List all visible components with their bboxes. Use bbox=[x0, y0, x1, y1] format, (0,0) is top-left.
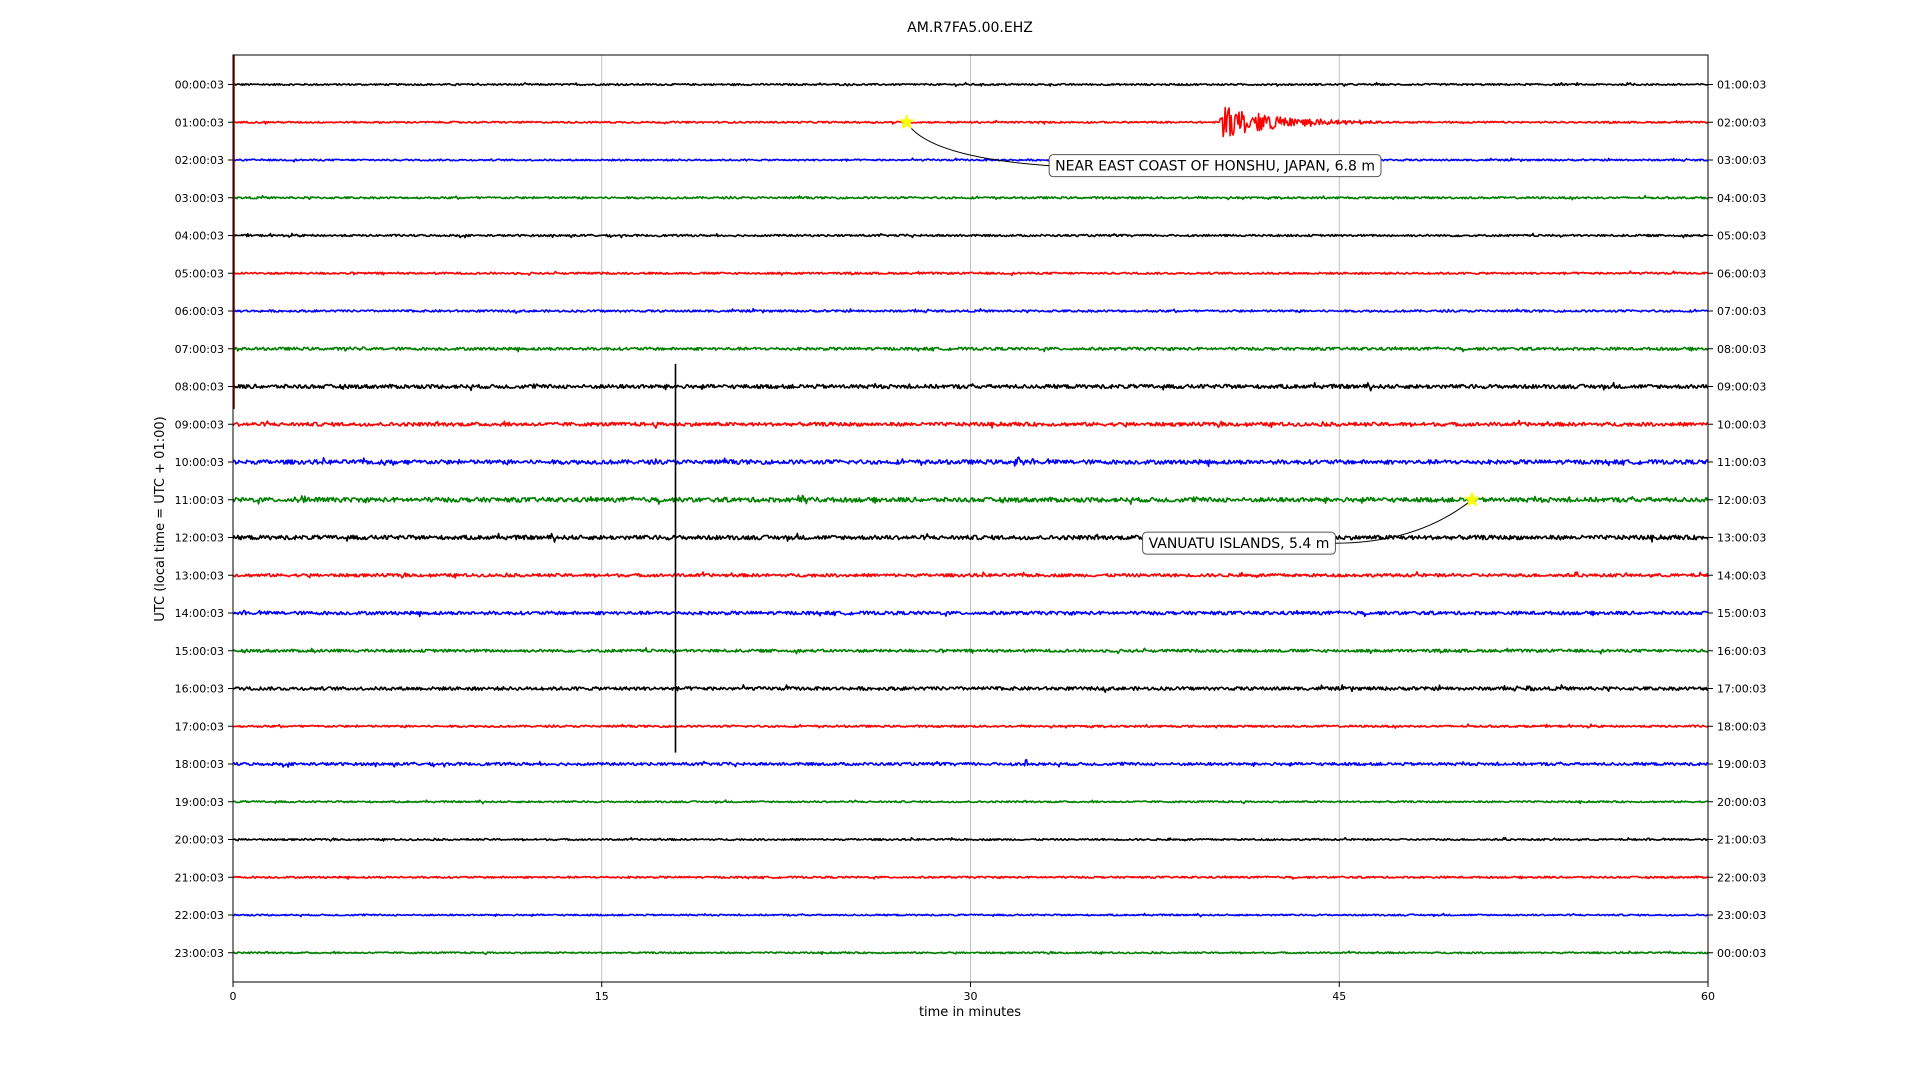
right-time-label: 09:00:03 bbox=[1717, 381, 1766, 394]
x-tick-label: 45 bbox=[1332, 990, 1346, 1003]
right-time-label: 21:00:03 bbox=[1717, 834, 1766, 847]
left-time-label: 21:00:03 bbox=[175, 871, 224, 884]
right-time-label: 11:00:03 bbox=[1717, 456, 1766, 469]
x-axis-label: time in minutes bbox=[919, 1005, 1021, 1020]
right-time-label: 20:00:03 bbox=[1717, 796, 1766, 809]
right-time-label: 17:00:03 bbox=[1717, 683, 1766, 696]
right-time-label: 03:00:03 bbox=[1717, 154, 1766, 167]
event-label: NEAR EAST COAST OF HONSHU, JAPAN, 6.8 m bbox=[1055, 159, 1375, 175]
right-time-label: 05:00:03 bbox=[1717, 230, 1766, 243]
right-time-label: 16:00:03 bbox=[1717, 645, 1766, 658]
left-time-label: 06:00:03 bbox=[175, 305, 224, 318]
left-time-label: 11:00:03 bbox=[175, 494, 224, 507]
right-time-label: 18:00:03 bbox=[1717, 720, 1766, 733]
left-time-label: 14:00:03 bbox=[175, 607, 224, 620]
x-tick-label: 0 bbox=[230, 990, 237, 1003]
annotation-layer: NEAR EAST COAST OF HONSHU, JAPAN, 6.8 m V… bbox=[898, 113, 1481, 555]
left-time-label: 12:00:03 bbox=[175, 532, 224, 545]
right-time-label: 01:00:03 bbox=[1717, 79, 1766, 92]
left-time-label: 01:00:03 bbox=[175, 116, 224, 129]
y-axis-label: UTC (local time = UTC + 01:00) bbox=[153, 416, 168, 621]
left-time-label: 17:00:03 bbox=[175, 720, 224, 733]
chart-title: AM.R7FA5.00.EHZ bbox=[907, 20, 1033, 36]
x-tick-label: 30 bbox=[964, 990, 978, 1003]
left-time-label: 23:00:03 bbox=[175, 947, 224, 960]
chart-svg: AM.R7FA5.00.EHZ time in minutes UTC (loc… bbox=[153, 20, 1766, 1020]
left-time-label: 20:00:03 bbox=[175, 834, 224, 847]
right-time-label: 23:00:03 bbox=[1717, 909, 1766, 922]
left-time-label: 19:00:03 bbox=[175, 796, 224, 809]
right-time-label: 06:00:03 bbox=[1717, 267, 1766, 280]
left-time-label: 16:00:03 bbox=[175, 683, 224, 696]
left-time-label: 15:00:03 bbox=[175, 645, 224, 658]
left-time-label: 07:00:03 bbox=[175, 343, 224, 356]
right-time-label: 19:00:03 bbox=[1717, 758, 1766, 771]
left-time-label: 00:00:03 bbox=[175, 79, 224, 92]
left-time-label: 08:00:03 bbox=[175, 381, 224, 394]
left-time-label: 03:00:03 bbox=[175, 192, 224, 205]
right-time-label: 13:00:03 bbox=[1717, 532, 1766, 545]
right-time-label: 08:00:03 bbox=[1717, 343, 1766, 356]
x-tick-label: 60 bbox=[1701, 990, 1715, 1003]
right-time-label: 14:00:03 bbox=[1717, 569, 1766, 582]
right-time-label: 02:00:03 bbox=[1717, 116, 1766, 129]
left-time-label: 13:00:03 bbox=[175, 569, 224, 582]
event-label: VANUATU ISLANDS, 5.4 m bbox=[1149, 536, 1330, 552]
left-time-label: 05:00:03 bbox=[175, 267, 224, 280]
right-time-label: 22:00:03 bbox=[1717, 871, 1766, 884]
left-time-label: 02:00:03 bbox=[175, 154, 224, 167]
x-tick-label: 15 bbox=[595, 990, 609, 1003]
right-time-label: 10:00:03 bbox=[1717, 418, 1766, 431]
event-star-icon bbox=[898, 113, 915, 130]
left-time-label: 10:00:03 bbox=[175, 456, 224, 469]
right-time-label: 07:00:03 bbox=[1717, 305, 1766, 318]
right-time-label: 04:00:03 bbox=[1717, 192, 1766, 205]
left-time-label: 09:00:03 bbox=[175, 418, 224, 431]
right-time-label: 15:00:03 bbox=[1717, 607, 1766, 620]
left-time-label: 22:00:03 bbox=[175, 909, 224, 922]
right-time-label: 12:00:03 bbox=[1717, 494, 1766, 507]
left-time-label: 04:00:03 bbox=[175, 230, 224, 243]
left-time-label: 18:00:03 bbox=[175, 758, 224, 771]
grid-layer bbox=[601, 55, 1340, 982]
seismogram-chart: AM.R7FA5.00.EHZ time in minutes UTC (loc… bbox=[0, 0, 1920, 1080]
right-time-label: 00:00:03 bbox=[1717, 947, 1766, 960]
